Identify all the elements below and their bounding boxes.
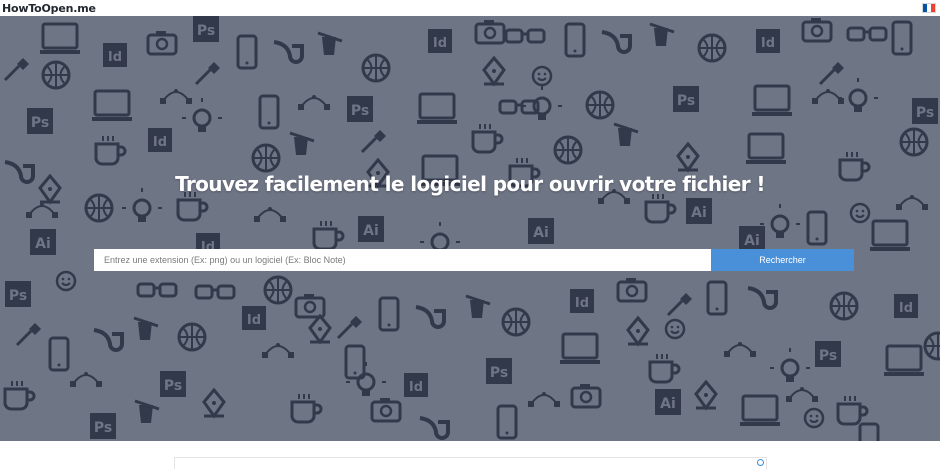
icon-pattern-background: Ps Ai Id (3, 16, 940, 441)
top-bar: HowToOpen.me (0, 0, 940, 16)
flag-france-icon[interactable] (922, 3, 936, 13)
ad-banner[interactable] (174, 457, 767, 469)
search-input[interactable] (94, 249, 711, 271)
ad-choices-icon[interactable] (757, 459, 764, 466)
page-footer-area (0, 441, 940, 469)
search-bar: Rechercher (94, 249, 854, 271)
site-logo[interactable]: HowToOpen.me (2, 2, 96, 15)
flag-stripe-red (931, 4, 935, 12)
hero-headline: Trouvez facilement le logiciel pour ouvr… (175, 172, 765, 196)
search-button[interactable]: Rechercher (711, 249, 854, 271)
hero-banner: Ps Ai Id Trouvez facilement le logiciel … (0, 16, 940, 441)
